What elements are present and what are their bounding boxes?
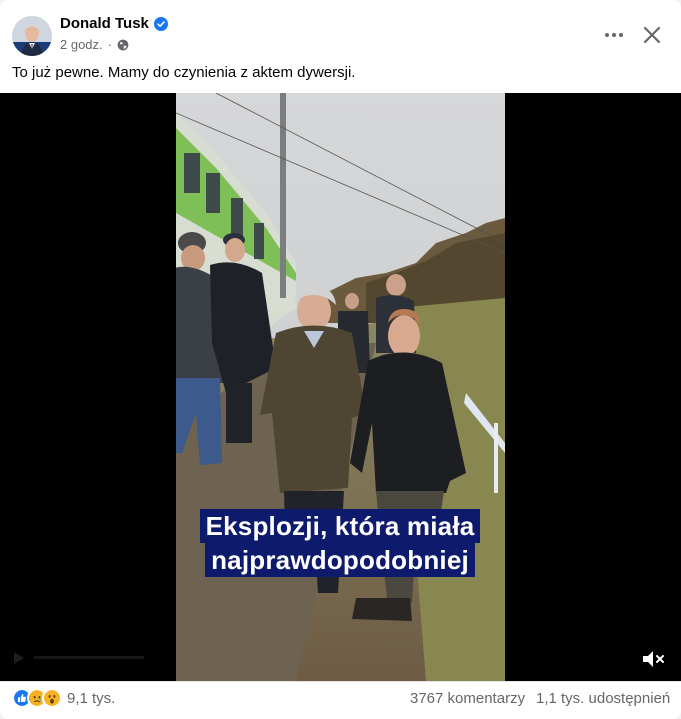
post-card: Donald Tusk 2 godz. · To już pewne. Mamy…: [0, 0, 681, 719]
subtitle-line-1: Eksplozji, która miała: [199, 509, 481, 543]
post-timestamp[interactable]: 2 godz.: [60, 37, 103, 52]
post-header: Donald Tusk 2 godz. ·: [0, 0, 681, 62]
shares-count-link[interactable]: 1,1 tys. udostępnień: [536, 690, 670, 707]
video-player[interactable]: Eksplozji, która miała najprawdopodobnie…: [0, 93, 681, 681]
close-icon: [643, 26, 661, 44]
meta-separator: ·: [107, 37, 112, 52]
video-subtitle: Eksplozji, która miała najprawdopodobnie…: [196, 509, 484, 577]
subtitle-line-2: najprawdopodobniej: [205, 543, 475, 577]
comments-count-link[interactable]: 3767 komentarzy: [410, 690, 525, 707]
post-stats-bar: 9,1 tys. 3767 komentarzy 1,1 tys. udostę…: [0, 681, 681, 719]
post-text: To już pewne. Mamy do czynienia z aktem …: [12, 64, 356, 81]
mute-toggle-button[interactable]: [640, 647, 666, 671]
more-options-button[interactable]: [598, 19, 630, 51]
more-dots-icon: [605, 33, 623, 37]
author-name[interactable]: Donald Tusk: [60, 15, 149, 32]
reactions-summary[interactable]: 9,1 tys.: [12, 688, 115, 708]
video-scene-image: [176, 93, 505, 681]
video-controls-overlay: [14, 652, 144, 664]
wow-reaction-icon: [42, 688, 62, 708]
speaker-muted-icon: [643, 651, 664, 667]
globe-icon[interactable]: [117, 39, 129, 51]
video-frame: [176, 93, 505, 681]
verified-badge-icon: [153, 16, 168, 31]
reactions-count: 9,1 tys.: [67, 689, 116, 707]
close-button[interactable]: [636, 19, 668, 51]
author-avatar[interactable]: [12, 16, 52, 56]
